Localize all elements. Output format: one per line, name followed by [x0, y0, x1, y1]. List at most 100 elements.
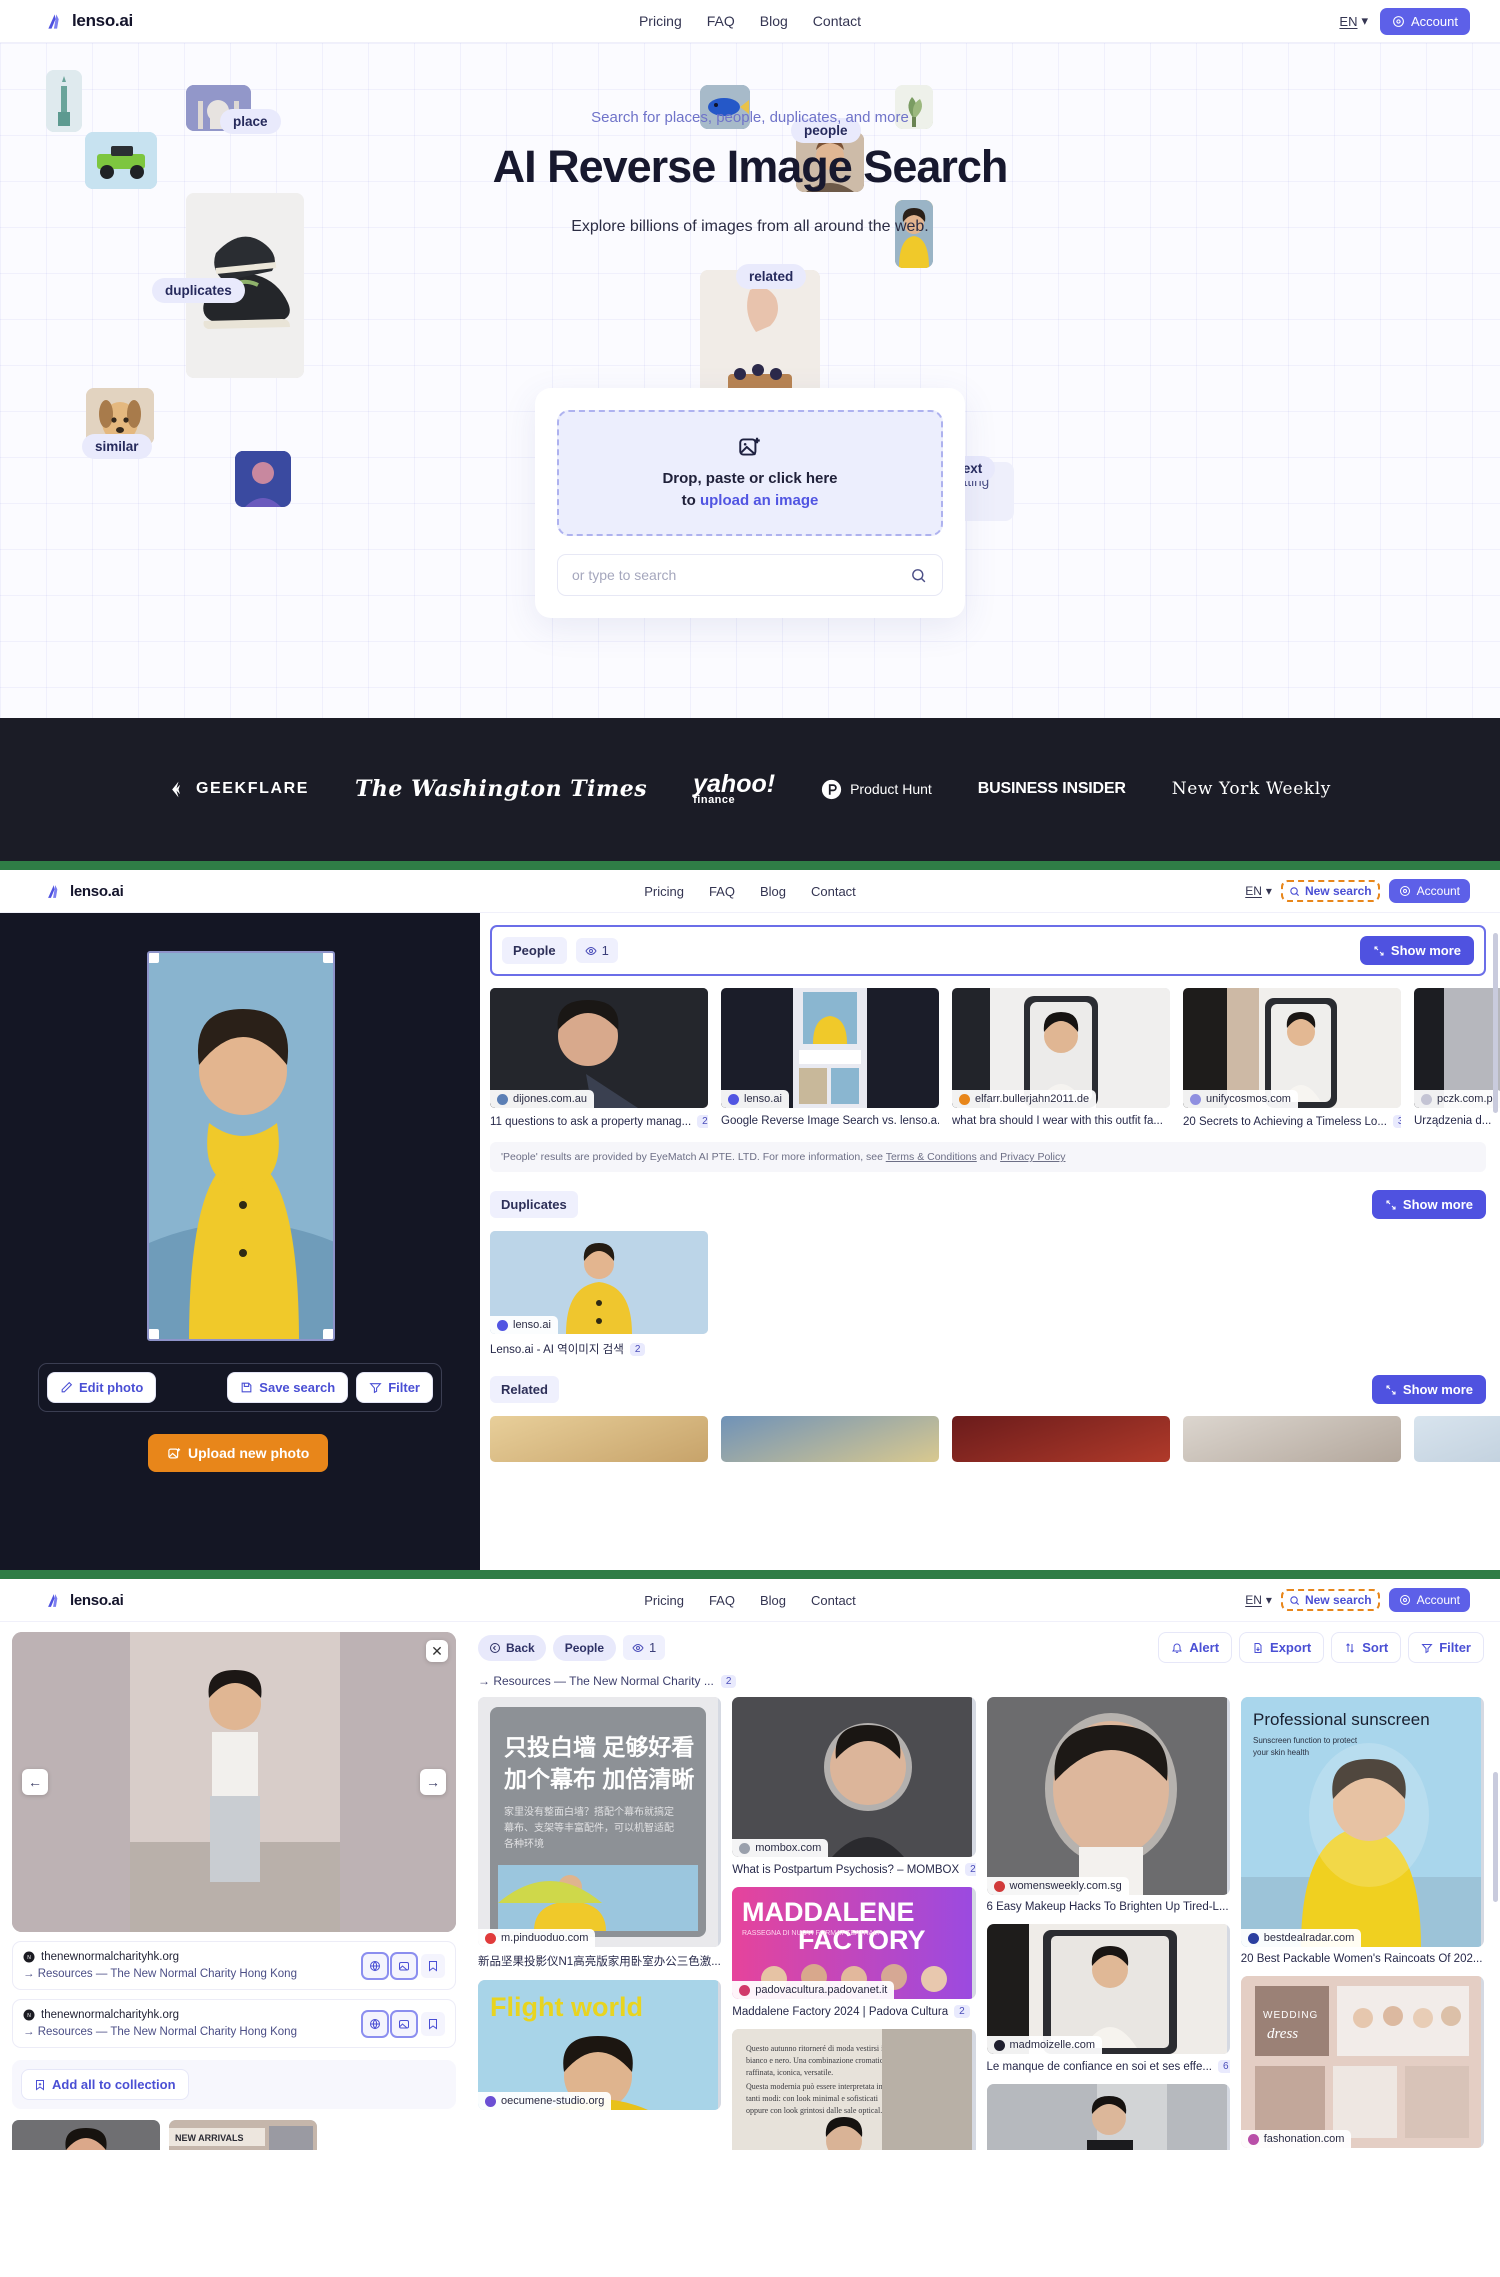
add-all-to-collection-button[interactable]: Add all to collection [21, 2069, 189, 2100]
save-search-button[interactable]: Save search [227, 1372, 349, 1403]
crop-handle-tl[interactable] [149, 953, 159, 963]
new-search-button[interactable]: New search [1289, 884, 1372, 898]
grid-card[interactable]: Questo autunno ritorneré di moda vestirs… [732, 2029, 976, 2150]
search-button[interactable] [895, 554, 943, 596]
bookmark-icon[interactable] [421, 1953, 445, 1978]
account-button[interactable]: Account [1388, 1588, 1470, 1612]
nav-link-blog[interactable]: Blog [760, 13, 788, 29]
open-website-icon[interactable] [363, 2011, 387, 2036]
result-thumbnail[interactable] [952, 1416, 1170, 1462]
lightbox-viewer[interactable]: ✕ ← → [12, 1632, 456, 1932]
open-image-icon[interactable] [392, 2011, 416, 2036]
result-thumbnail[interactable]: elfarr.bullerjahn2011.de [952, 988, 1170, 1108]
grid-card[interactable]: madmoizelle.com Le manque de confiance e… [986, 1924, 1230, 2073]
grid-card-image[interactable]: visulise.com [986, 2084, 1230, 2150]
upload-image-link[interactable]: upload an image [700, 492, 818, 509]
result-card[interactable]: elfarr.bullerjahn2011.de what bra should… [952, 988, 1170, 1128]
result-card[interactable]: pczk.com.pl Urządzenia d... [1414, 988, 1500, 1128]
detail-scrollbar[interactable] [1493, 1772, 1498, 1902]
account-button[interactable]: Account [1380, 7, 1470, 35]
result-card[interactable] [952, 1416, 1170, 1462]
language-selector[interactable]: EN ▾ [1245, 884, 1272, 898]
people-show-more-button[interactable]: Show more [1359, 936, 1474, 965]
language-selector[interactable]: EN ▾ [1339, 13, 1368, 29]
grid-card-image[interactable]: Questo autunno ritorneré di moda vestirs… [732, 2029, 976, 2150]
result-thumbnail[interactable] [721, 1416, 939, 1462]
crop-handle-br[interactable] [323, 1329, 333, 1339]
search-input[interactable] [557, 554, 895, 596]
result-thumbnail[interactable]: lenso.ai [721, 988, 939, 1108]
result-thumbnail[interactable]: dijones.com.au [490, 988, 708, 1108]
nav-link-pricing[interactable]: Pricing [639, 13, 682, 29]
grid-card[interactable]: 只投白墙 足够好看 加个幕布 加倍清晰 家里没有整面白墙？搭配个幕布就搞定 幕布… [478, 1697, 722, 1969]
result-card[interactable]: unifycosmos.com 20 Secrets to Achieving … [1183, 988, 1401, 1128]
result-thumbnail[interactable] [1183, 1416, 1401, 1462]
alert-button[interactable]: Alert [1158, 1632, 1233, 1663]
uploaded-image-preview[interactable] [147, 951, 335, 1341]
grid-card[interactable]: womensweekly.com.sg 6 Easy Makeup Hacks … [986, 1697, 1230, 1913]
grid-card[interactable]: mombox.com What is Postpartum Psychosis?… [732, 1697, 976, 1876]
crop-handle-bl[interactable] [149, 1329, 159, 1339]
grid-card-image[interactable]: 只投白墙 足够好看 加个幕布 加倍清晰 家里没有整面白墙？搭配个幕布就搞定 幕布… [478, 1697, 722, 1947]
result-thumbnail[interactable] [490, 1416, 708, 1462]
result-thumbnail[interactable]: pczk.com.pl [1414, 988, 1500, 1108]
nav-link-contact[interactable]: Contact [811, 884, 856, 899]
results-brand-logo[interactable]: lenso.ai [46, 883, 124, 900]
related-show-more-button[interactable]: Show more [1371, 1375, 1486, 1404]
filter-button[interactable]: Filter [356, 1372, 433, 1403]
bookmark-icon[interactable] [421, 2011, 445, 2036]
duplicates-show-more-button[interactable]: Show more [1371, 1190, 1486, 1219]
related-thumbnail[interactable]: NEW ARRIVALS NEW ARRIVALS NEW ARRIVALS [169, 2120, 317, 2150]
new-search-button[interactable]: New search [1289, 1593, 1372, 1607]
dropzone[interactable]: Drop, paste or click here to upload an i… [557, 410, 943, 536]
nav-link-faq[interactable]: FAQ [709, 884, 735, 899]
result-card[interactable] [490, 1416, 708, 1462]
crop-handle-tr[interactable] [323, 953, 333, 963]
sort-button[interactable]: Sort [1331, 1632, 1402, 1663]
filter-button[interactable]: Filter [1408, 1632, 1484, 1663]
nav-link-contact[interactable]: Contact [811, 1593, 856, 1608]
edit-photo-button[interactable]: Edit photo [47, 1372, 157, 1403]
detail-brand-logo[interactable]: lenso.ai [46, 1592, 124, 1609]
grid-card-image[interactable]: Professional sunscreen Sunscreen functio… [1240, 1697, 1484, 1947]
category-pill-people[interactable]: People [552, 1634, 617, 1661]
grid-card[interactable]: Professional sunscreen Sunscreen functio… [1240, 1697, 1484, 1965]
results-scrollbar[interactable] [1493, 933, 1498, 1113]
nav-link-pricing[interactable]: Pricing [644, 1593, 684, 1608]
result-card[interactable] [721, 1416, 939, 1462]
result-card[interactable]: dijones.com.au 11 questions to ask a pro… [490, 988, 708, 1128]
result-card[interactable]: lenso.ai Lenso.ai - AI 역이미지 검색 2 [490, 1231, 708, 1357]
grid-card-image[interactable]: mombox.com [732, 1697, 976, 1857]
related-thumbnail[interactable] [12, 2120, 160, 2150]
result-thumbnail[interactable]: unifycosmos.com [1183, 988, 1401, 1108]
terms-link[interactable]: Terms & Conditions [886, 1151, 977, 1163]
brand-logo[interactable]: lenso.ai [46, 11, 133, 31]
people-section-label[interactable]: People [502, 937, 567, 964]
nav-link-contact[interactable]: Contact [813, 13, 861, 29]
lightbox-next-button[interactable]: → [420, 1769, 446, 1795]
nav-link-faq[interactable]: FAQ [709, 1593, 735, 1608]
nav-link-blog[interactable]: Blog [760, 884, 786, 899]
result-thumbnail[interactable]: lenso.ai [490, 1231, 708, 1334]
back-button[interactable]: Back [478, 1634, 546, 1661]
result-thumbnail[interactable] [1414, 1416, 1500, 1462]
lightbox-prev-button[interactable]: ← [22, 1769, 48, 1795]
nav-link-faq[interactable]: FAQ [707, 13, 735, 29]
result-card[interactable] [1183, 1416, 1401, 1462]
grid-card-image[interactable]: WEDDING dress fashonation.com [1240, 1976, 1484, 2148]
grid-card-image[interactable]: madmoizelle.com [986, 1924, 1230, 2054]
grid-card[interactable]: MADDALENE FACTORY RASSEGNA DI NUOVI FORM… [732, 1887, 976, 2018]
export-button[interactable]: Export [1239, 1632, 1325, 1663]
grid-card[interactable]: Flight world oecumene-studio.org [478, 1980, 722, 2110]
source-list-item[interactable]: N thenewnormalcharityhk.org → Resources … [12, 1941, 456, 1990]
open-website-icon[interactable] [363, 1953, 387, 1978]
grid-card-image[interactable]: Flight world oecumene-studio.org [478, 1980, 722, 2110]
lightbox-close-button[interactable]: ✕ [426, 1640, 448, 1662]
duplicates-section-label[interactable]: Duplicates [490, 1191, 578, 1218]
nav-link-pricing[interactable]: Pricing [644, 884, 684, 899]
grid-card-image[interactable]: womensweekly.com.sg [986, 1697, 1230, 1895]
open-image-icon[interactable] [392, 1953, 416, 1978]
grid-card[interactable]: WEDDING dress fashonation.com [1240, 1976, 1484, 2150]
grid-card[interactable]: visulise.com High Poly And Low Poly: 6 K… [986, 2084, 1230, 2150]
grid-card-image[interactable]: MADDALENE FACTORY RASSEGNA DI NUOVI FORM… [732, 1887, 976, 1999]
